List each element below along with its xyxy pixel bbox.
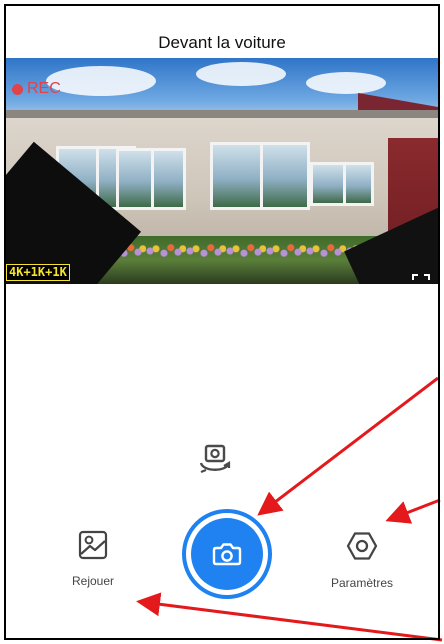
- app-screen: Devant la voiture REC 4K+1K+1K 2026-06-0…: [0, 0, 444, 644]
- preview-window: [210, 142, 310, 210]
- timestamp: 2026-06-09 11:29:43: [6, 284, 132, 297]
- gallery-icon: [78, 530, 108, 560]
- annotation-arrow-replay: [136, 592, 443, 642]
- annotation-arrow-shutter: [257, 376, 439, 516]
- rec-indicator: REC: [12, 80, 61, 98]
- preview-window: [310, 162, 374, 206]
- preview-cloud: [306, 72, 386, 94]
- camera-icon: [212, 543, 242, 566]
- rec-dot-icon: [12, 83, 23, 95]
- rec-label: REC: [27, 80, 61, 97]
- shutter-button[interactable]: [182, 509, 272, 599]
- shutter-button-inner: [191, 518, 263, 590]
- preview-cloud: [196, 62, 286, 86]
- replay-button[interactable]: Rejouer: [60, 530, 126, 588]
- settings-button[interactable]: Paramètres: [320, 530, 404, 590]
- preview-cloud: [46, 66, 156, 96]
- resolution-badge: 4K+1K+1K: [6, 264, 70, 281]
- switch-camera-icon[interactable]: [198, 443, 232, 477]
- settings-label: Paramètres: [330, 576, 394, 590]
- replay-label: Rejouer: [71, 574, 115, 588]
- camera-preview[interactable]: [6, 58, 438, 284]
- gear-icon: [346, 532, 378, 560]
- page-title: Devant la voiture: [158, 33, 286, 52]
- annotation-arrow-settings: [385, 498, 441, 524]
- preview-window: [116, 148, 186, 210]
- fullscreen-icon[interactable]: [412, 274, 430, 292]
